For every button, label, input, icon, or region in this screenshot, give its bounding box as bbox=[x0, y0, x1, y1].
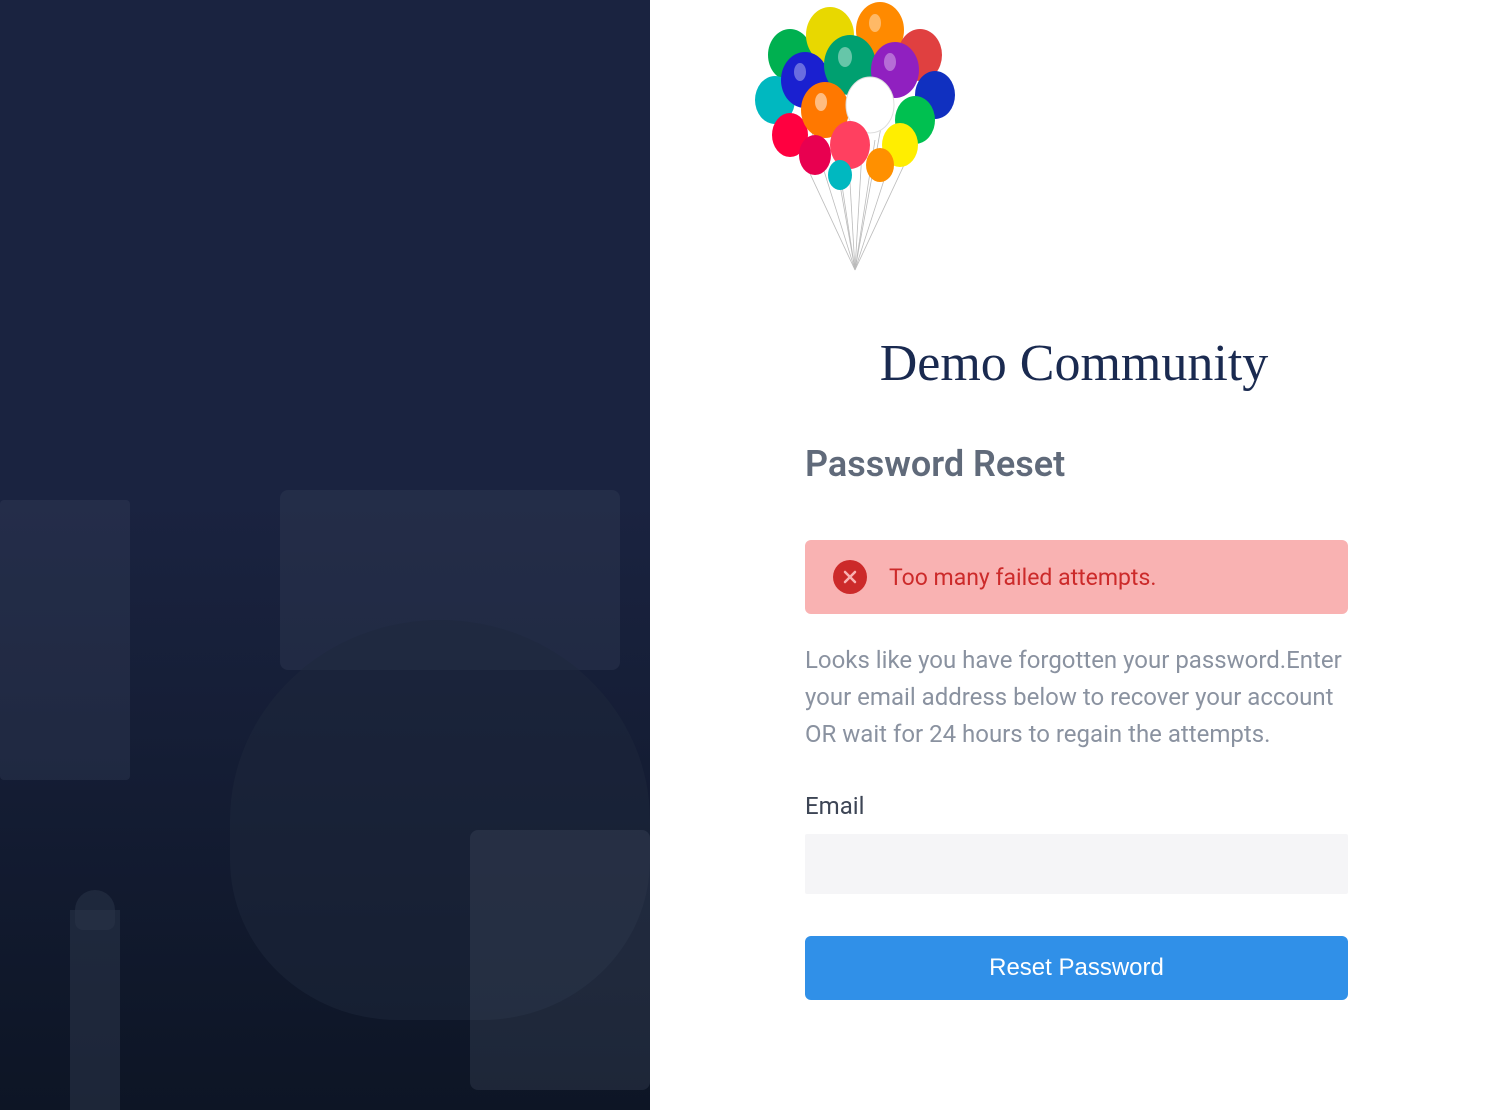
form-heading: Password Reset bbox=[805, 443, 1348, 485]
error-icon bbox=[833, 560, 867, 594]
form-description: Looks like you have forgotten your passw… bbox=[805, 642, 1348, 754]
hero-decoration bbox=[0, 500, 650, 1110]
reset-password-button[interactable]: Reset Password bbox=[805, 936, 1348, 1000]
error-banner: Too many failed attempts. bbox=[805, 540, 1348, 614]
password-reset-form: Password Reset Too many failed attempts.… bbox=[680, 443, 1468, 1000]
email-label: Email bbox=[805, 792, 1348, 820]
email-input[interactable] bbox=[805, 834, 1348, 894]
logo bbox=[735, 0, 1468, 284]
error-message: Too many failed attempts. bbox=[889, 564, 1156, 591]
hero-panel bbox=[0, 0, 650, 1110]
balloons-icon bbox=[735, 0, 975, 280]
community-title: Demo Community bbox=[680, 334, 1468, 393]
form-panel: Demo Community Password Reset Too many f… bbox=[650, 0, 1498, 1110]
